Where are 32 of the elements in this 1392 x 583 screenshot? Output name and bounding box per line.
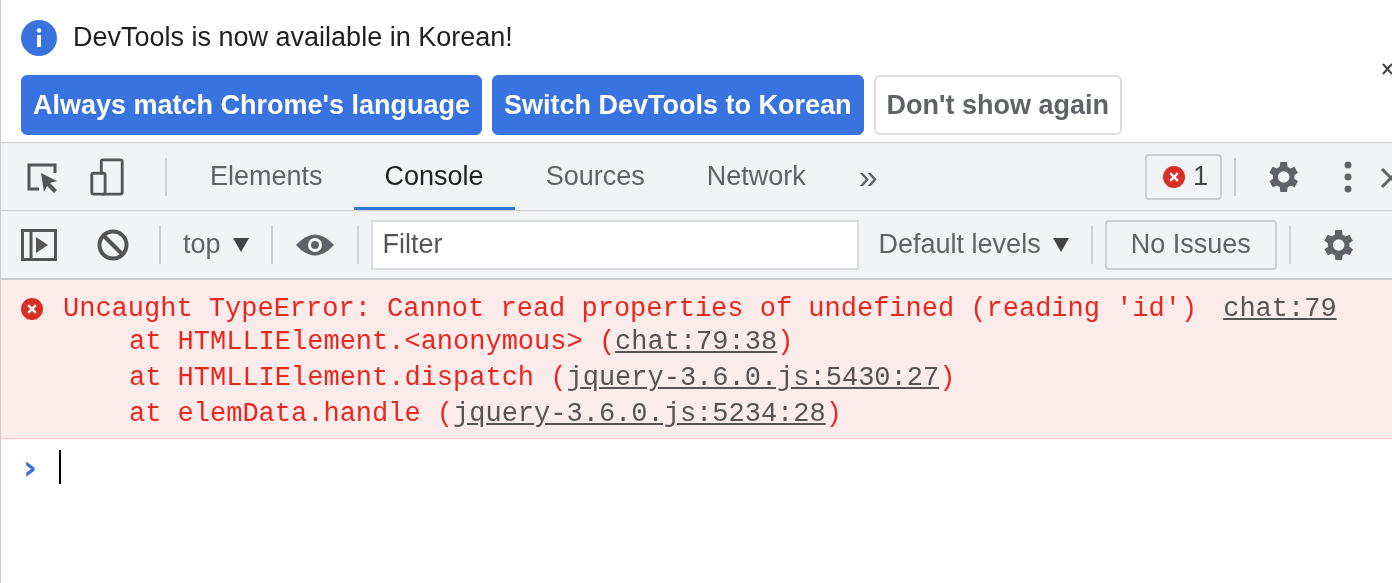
clear-console-icon[interactable]: [95, 228, 131, 261]
infobar-button[interactable]: Switch DevTools to Korean: [492, 75, 864, 135]
info-icon: [21, 19, 57, 56]
caret-icon: [1052, 237, 1069, 252]
filter-field[interactable]: Filter: [370, 219, 859, 270]
context-dropdown[interactable]: top: [173, 229, 259, 260]
error-icon: [21, 298, 43, 320]
error-count-button[interactable]: 1: [1144, 153, 1222, 200]
issues-button[interactable]: No Issues: [1104, 219, 1277, 270]
error-icon: [1162, 165, 1185, 188]
stack-frame: at HTMLLIElement.dispatch (jquery-3.6.0.js:5430:27): [21, 360, 1392, 396]
text-cursor: [59, 450, 61, 484]
device-toolbar-icon[interactable]: [89, 157, 125, 196]
stack-frame: at HTMLLIElement.<anonymous> (chat:79:38): [21, 324, 1392, 360]
panel-tab[interactable]: Sources: [514, 143, 676, 210]
log-levels-dropdown[interactable]: Default levels: [868, 229, 1079, 260]
more-tabs-button[interactable]: »: [858, 157, 878, 196]
source-link[interactable]: jquery-3.6.0.js:5234:28: [453, 399, 826, 429]
stack-frame: at elemData.handle (jquery-3.6.0.js:5234:28): [21, 396, 1392, 432]
prompt-icon: ›: [23, 447, 37, 487]
panel-tab[interactable]: Network: [675, 143, 837, 210]
source-link[interactable]: jquery-3.6.0.js:5430:27: [566, 363, 940, 393]
caret-icon: [232, 237, 249, 252]
source-link[interactable]: chat:79:38: [615, 327, 778, 357]
source-link[interactable]: chat:79: [1223, 294, 1337, 324]
infobar-message: DevTools is now available in Korean!: [73, 22, 513, 53]
error-text: Uncaught TypeError: Cannot read properties of undefined (reading 'id'): [63, 294, 1198, 324]
more-options-icon[interactable]: [1344, 160, 1352, 193]
infobar-button[interactable]: Don't show again: [873, 75, 1123, 135]
infobar-button[interactable]: Always match Chrome's language: [21, 75, 483, 135]
sidebar-toggle-icon[interactable]: [21, 228, 57, 261]
panel-tab[interactable]: Elements: [179, 143, 354, 210]
